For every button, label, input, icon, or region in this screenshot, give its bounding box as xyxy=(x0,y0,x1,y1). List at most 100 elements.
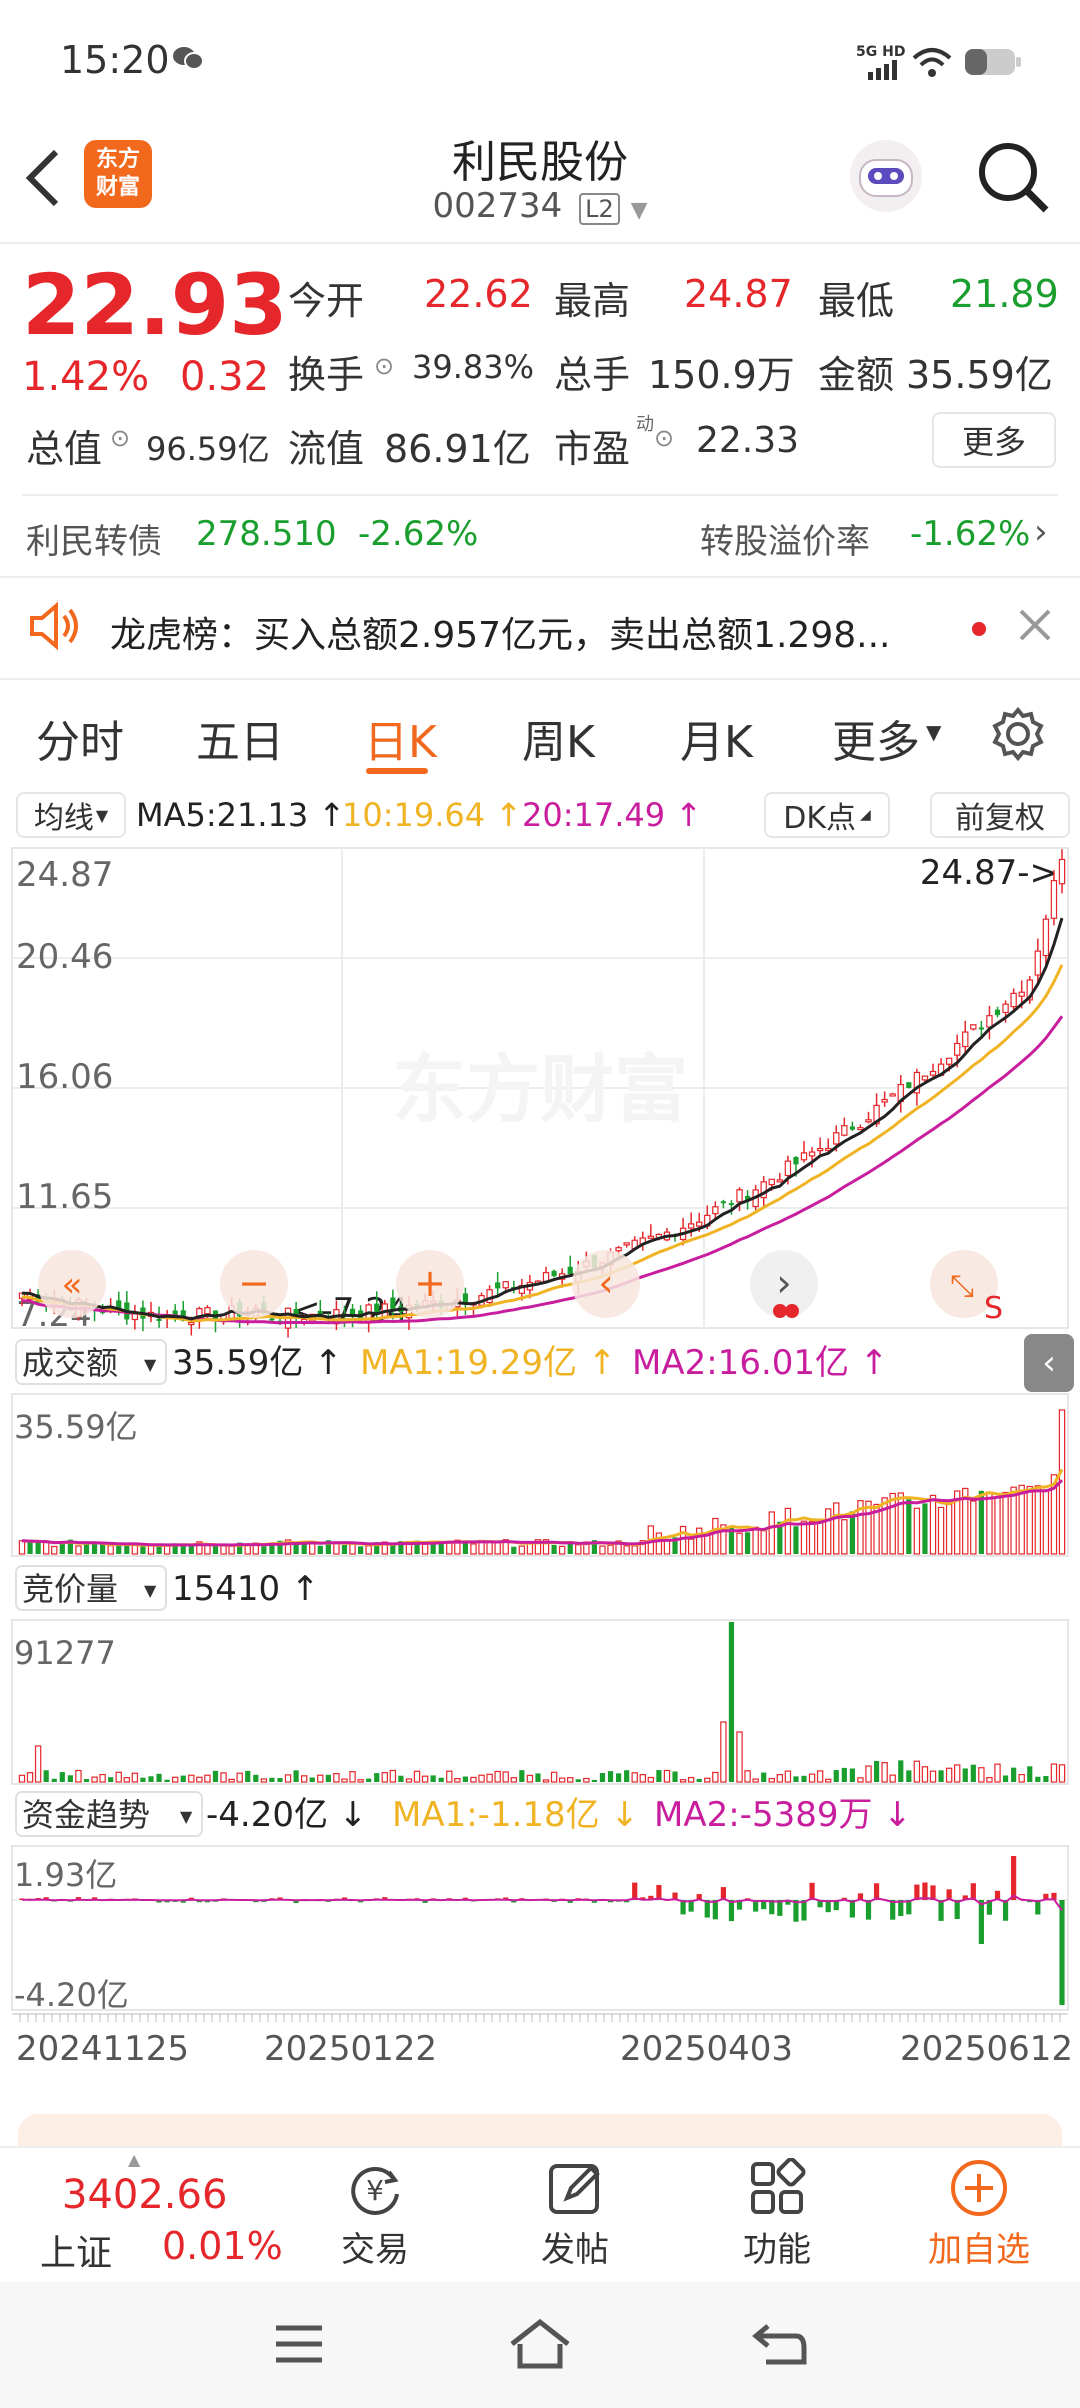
turnover-bar xyxy=(663,1539,671,1555)
selected-tab-indicator xyxy=(366,768,428,774)
turnover-bar xyxy=(228,1545,235,1555)
turnover-top-label: 35.59亿 xyxy=(14,1408,138,1446)
close-icon[interactable] xyxy=(1018,608,1052,646)
tab-monthly-k[interactable]: 月K xyxy=(680,706,753,770)
side-panel-toggle[interactable]: ‹ xyxy=(1024,1334,1074,1392)
scroll-right-button[interactable]: › xyxy=(750,1250,818,1318)
search-icon[interactable] xyxy=(976,140,1050,218)
settings-gear-icon[interactable] xyxy=(990,706,1046,773)
svg-text:⤡: ⤡ xyxy=(950,1269,974,1304)
turnover-bar xyxy=(83,1543,90,1554)
scroll-left-fast-button[interactable]: « xyxy=(38,1250,106,1318)
candle-body xyxy=(156,1318,162,1321)
auction-bar xyxy=(430,1775,436,1782)
auction-bar xyxy=(140,1777,146,1782)
zoom-out-button[interactable]: − xyxy=(220,1250,288,1318)
svg-text:▼: ▼ xyxy=(144,1581,157,1600)
candle-body xyxy=(736,1189,743,1203)
auction-bar xyxy=(857,1777,864,1783)
robot-assistant-icon[interactable] xyxy=(844,134,928,222)
add-watchlist-button[interactable]: 加自选 xyxy=(914,2158,1044,2278)
trade-button[interactable]: ¥ 交易 xyxy=(320,2158,430,2278)
post-button[interactable]: 发帖 xyxy=(520,2158,630,2278)
grid-icon xyxy=(751,2157,806,2214)
auction-bar xyxy=(333,1772,340,1783)
auction-bar xyxy=(196,1776,203,1783)
auction-bar xyxy=(615,1773,622,1782)
volume-label: 总手 xyxy=(554,353,631,397)
auction-bar xyxy=(889,1774,896,1783)
auction-bar xyxy=(1043,1776,1049,1782)
candle-body xyxy=(502,1281,509,1289)
candle-body xyxy=(881,1098,888,1103)
auction-bar xyxy=(591,1779,598,1782)
wifi-icon xyxy=(912,46,952,82)
tab-more[interactable]: 更多 xyxy=(832,706,920,770)
adjust-button[interactable]: 前复权 xyxy=(930,792,1070,838)
turnover-bar xyxy=(1042,1489,1050,1555)
turnover-bar xyxy=(107,1545,114,1555)
turnover-bar xyxy=(1034,1485,1042,1555)
turnover-bar xyxy=(575,1544,582,1555)
auction-bar xyxy=(913,1760,921,1783)
bond-change: -2.62% xyxy=(358,514,479,554)
auction-bar xyxy=(325,1774,331,1782)
candle-body xyxy=(728,1203,735,1206)
fund-trend-panel: 资金趋势 ▼ -4.20亿 ↓ MA1:-1.18亿 ↓ MA2:-5389万 … xyxy=(11,1791,1069,2014)
auction-bar xyxy=(945,1767,953,1783)
index-ticker[interactable]: ▲ 3402.66 上证 0.01% xyxy=(0,2148,300,2284)
convertible-bond-row[interactable]: 利民转债 278.510 -2.62% 转股溢价率 -1.62% › xyxy=(0,496,1080,576)
scroll-left-button[interactable]: ‹ xyxy=(572,1250,640,1318)
info-icon[interactable]: ⊙ xyxy=(654,424,674,452)
watermark-text: 东方财富 xyxy=(392,1047,688,1133)
dk-point-button[interactable]: DK点 ◢ xyxy=(764,792,890,838)
function-button[interactable]: 功能 xyxy=(722,2157,832,2278)
candle-body xyxy=(793,1157,799,1165)
turnover-bar xyxy=(1010,1486,1017,1555)
turnover-bar xyxy=(293,1543,299,1554)
pe-superscript: 动 xyxy=(636,414,654,435)
indicator-select[interactable]: 均线 ▼ xyxy=(16,792,126,838)
turnover-bar xyxy=(35,1541,41,1554)
turnover-bar xyxy=(881,1497,888,1555)
auction-bar xyxy=(478,1774,485,1783)
home-icon[interactable] xyxy=(508,2318,572,2374)
volume-value: 150.9万 xyxy=(648,353,795,397)
info-icon[interactable]: ⊙ xyxy=(110,424,130,452)
function-label: 功能 xyxy=(743,2230,811,2270)
open-label: 今开 xyxy=(288,279,365,323)
auction-bar xyxy=(277,1778,283,1782)
back-nav-icon[interactable] xyxy=(752,2320,808,2372)
tab-five-day[interactable]: 五日 xyxy=(196,706,284,770)
auction-bar xyxy=(228,1778,235,1783)
auction-bar xyxy=(1058,1764,1066,1783)
tab-daily-k[interactable]: 日K xyxy=(364,706,437,770)
candle-body xyxy=(776,1179,784,1183)
more-button[interactable]: 更多 xyxy=(932,412,1056,468)
auction-bar xyxy=(486,1773,493,1783)
auction-bar xyxy=(446,1770,453,1783)
candle-body xyxy=(204,1307,211,1315)
turnover-bar xyxy=(333,1542,340,1555)
turnover-bar xyxy=(317,1545,323,1554)
chart-canvas[interactable]: 东方财富 24.87 20.46 16.06 11.65 7.24 24.87-… xyxy=(0,840,1080,2100)
auction-bar xyxy=(929,1770,937,1783)
svg-text:−: − xyxy=(238,1261,270,1305)
turnover-bar xyxy=(341,1545,348,1554)
fullscreen-button[interactable]: ⤡S xyxy=(930,1250,1003,1326)
tab-intraday[interactable]: 分时 xyxy=(36,706,124,770)
menu-icon[interactable] xyxy=(274,2322,324,2370)
auction-bar xyxy=(1002,1775,1009,1782)
auction-select-label: 竞价量 xyxy=(22,1570,118,1608)
auction-bar xyxy=(784,1770,792,1783)
candle-body xyxy=(567,1266,573,1274)
turnover-bar xyxy=(75,1545,82,1555)
auction-bar xyxy=(696,1778,702,1782)
dragon-tiger-notice[interactable]: 龙虎榜：买入总额2.957亿元，卖出总额1.298... xyxy=(0,578,1080,678)
candle-body xyxy=(1002,1003,1009,1014)
tab-weekly-k[interactable]: 周K xyxy=(522,706,595,770)
open-value: 22.62 xyxy=(424,272,533,316)
zoom-in-button[interactable]: + xyxy=(396,1250,464,1318)
turnover-ma2-line xyxy=(21,1479,1064,1547)
info-icon[interactable]: ⊙ xyxy=(374,352,394,380)
